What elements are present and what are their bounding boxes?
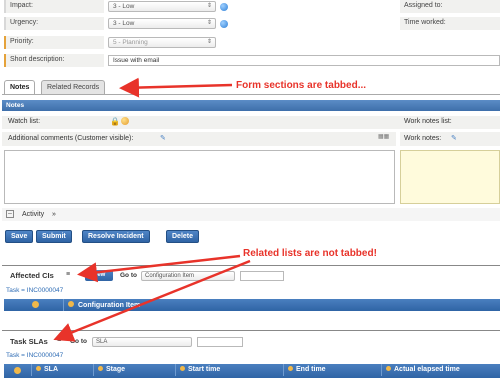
column-end-time[interactable]: End time [284, 364, 382, 376]
affected-cis-title: Affected CIs [10, 271, 54, 280]
task-slas-breadcrumb[interactable]: Task = INC0000047 [6, 352, 63, 359]
activity-label[interactable]: Activity [22, 211, 44, 218]
task-slas-menu-icon[interactable]: ≡ [57, 337, 61, 344]
column-stage[interactable]: Stage [94, 364, 176, 376]
delete-button[interactable]: Delete [166, 230, 200, 243]
impact-value: 3 - Low [113, 3, 135, 10]
activity-row [2, 208, 500, 221]
additional-comments-textarea[interactable] [4, 150, 395, 204]
activity-chevron-icon: » [52, 211, 56, 218]
sort-icon [386, 366, 391, 371]
sort-icon [288, 366, 293, 371]
work-notes-bubble-icon[interactable]: ✎ [451, 134, 457, 142]
affected-cis-goto-label: Go to [120, 272, 137, 279]
select-arrow-icon: ⇕ [206, 39, 212, 45]
priority-label: Priority: [4, 36, 104, 49]
column-sla-label: SLA [44, 366, 58, 373]
affected-cis-goto-select[interactable]: Configuration Item [141, 271, 235, 281]
list-divider [2, 330, 500, 331]
annotation-tabbed: Form sections are tabbed... [236, 80, 367, 91]
column-configuration-item-label: Configuration Item [78, 302, 141, 309]
tab-baseline [2, 94, 500, 95]
column-configuration-item[interactable]: Configuration Item [64, 299, 500, 311]
column-end-time-label: End time [296, 366, 326, 373]
sort-icon [68, 301, 74, 307]
lock-icon[interactable]: 🔒 [110, 117, 120, 126]
affected-cis-header: Configuration Item [4, 299, 500, 311]
sort-icon [180, 366, 185, 371]
impact-label: Impact: [4, 0, 104, 13]
affected-cis-goto-value: Configuration Item [145, 273, 195, 279]
column-start-time[interactable]: Start time [176, 364, 284, 376]
short-description-input[interactable]: Issue with email [108, 55, 500, 66]
gear-icon[interactable] [14, 367, 21, 374]
comments-bubble-icon[interactable]: ✎ [160, 134, 166, 142]
arrow-to-tabs [119, 77, 233, 98]
task-slas-header: SLA Stage Start time End time Actual ela… [4, 364, 500, 378]
priority-select: 5 - Planning ⇕ [108, 37, 216, 48]
column-actual-elapsed-time-label: Actual elapsed time [394, 366, 460, 373]
assigned-to-label: Assigned to: [400, 0, 500, 13]
urgency-label: Urgency: [4, 17, 104, 30]
select-arrow-icon: ⇕ [206, 20, 212, 26]
affected-cis-menu-icon[interactable]: ≡ [66, 271, 70, 278]
resolve-incident-button[interactable]: Resolve Incident [82, 230, 150, 243]
gear-icon[interactable] [32, 301, 39, 308]
annotation-not-tabbed: Related lists are not tabbed! [243, 248, 377, 259]
work-notes-textarea[interactable] [400, 150, 500, 204]
info-icon[interactable] [220, 20, 228, 28]
urgency-value: 3 - Low [113, 20, 135, 27]
column-actual-elapsed-time[interactable]: Actual elapsed time [382, 364, 500, 376]
task-slas-goto-label: Go to [70, 338, 87, 345]
additional-comments-label: Additional comments (Customer visible): [8, 135, 134, 142]
tab-notes[interactable]: Notes [4, 80, 36, 94]
watch-list-row [2, 116, 400, 129]
collapse-icon[interactable]: – [6, 210, 14, 218]
submit-button[interactable]: Submit [36, 230, 72, 243]
affected-cis-search-input[interactable] [240, 271, 284, 281]
short-description-label: Short description: [4, 54, 104, 67]
watch-list-label: Watch list: [8, 118, 41, 125]
work-notes-label: Work notes: [404, 135, 442, 142]
task-slas-goto-value: SLA [96, 339, 108, 345]
save-button[interactable]: Save [5, 230, 34, 243]
column-start-time-label: Start time [188, 366, 221, 373]
tab-related-records[interactable]: Related Records [41, 80, 106, 94]
info-icon[interactable] [220, 3, 228, 11]
select-arrow-icon: ⇕ [206, 3, 212, 9]
task-slas-title: Task SLAs [10, 337, 48, 346]
affected-cis-breadcrumb[interactable]: Task = INC0000047 [6, 287, 63, 294]
time-worked-label: Time worked: [400, 17, 500, 30]
urgency-select[interactable]: 3 - Low ⇕ [108, 18, 216, 29]
column-sla[interactable]: SLA [32, 364, 94, 376]
list-divider [2, 265, 500, 266]
affected-cis-new-button[interactable]: New [85, 270, 113, 281]
task-slas-goto-select[interactable]: SLA [92, 337, 192, 347]
impact-select[interactable]: 3 - Low ⇕ [108, 1, 216, 12]
column-stage-label: Stage [106, 366, 126, 373]
task-slas-search-input[interactable] [197, 337, 243, 347]
sort-icon [98, 366, 103, 371]
notes-section-header: Notes [2, 100, 500, 111]
priority-value: 5 - Planning [113, 39, 148, 46]
add-me-icon[interactable] [121, 117, 129, 125]
work-notes-list-label: Work notes list: [404, 118, 452, 125]
row-select-cell [4, 364, 32, 376]
row-select-cell [4, 299, 64, 311]
sort-icon [36, 366, 41, 371]
expand-icon[interactable]: ▦▦ [378, 133, 389, 140]
